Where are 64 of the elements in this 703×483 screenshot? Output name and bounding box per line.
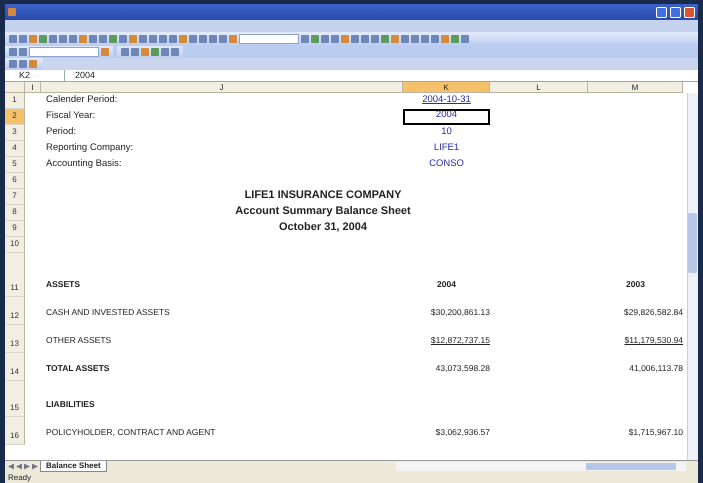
row-header[interactable]: 9 [5,221,25,237]
amount: $30,200,861.13 [430,306,490,319]
section-heading: ASSETS [46,278,80,291]
year-header: 2004 [437,278,456,291]
parameter-label: Reporting Company: [46,140,134,155]
report-title: Account Summary Balance Sheet [234,204,412,218]
vertical-scrollbar[interactable] [687,93,698,460]
horizontal-scrollbar[interactable] [396,462,686,471]
row-header[interactable]: 5 [5,157,25,173]
amount: 43,073,598.28 [436,362,490,375]
column-header[interactable]: I [25,82,41,93]
app-icon [8,8,16,16]
column-header[interactable]: K [403,82,490,93]
amount: $11,179,530.94 [624,334,683,347]
column-header[interactable]: J [41,82,403,93]
year-header: 2003 [626,278,645,291]
parameter-value: LIFE1 [434,140,460,155]
row-header[interactable]: 11 [5,253,25,297]
section-heading: TOTAL ASSETS [46,362,110,375]
dropdown-field[interactable] [29,47,99,57]
name-box[interactable]: K2 [5,70,65,81]
row-header[interactable]: 10 [5,237,25,253]
row-header[interactable]: 4 [5,141,25,157]
parameter-label: Accounting Basis: [46,156,122,171]
parameter-value: CONSO [429,156,464,171]
row-header[interactable]: 3 [5,125,25,141]
scroll-thumb[interactable] [688,213,697,273]
close-button[interactable] [684,6,695,18]
row-header[interactable]: 2 [5,109,25,125]
account-label: OTHER ASSETS [46,334,112,347]
section-heading: LIABILITIES [46,398,95,411]
parameter-value: 2004-10-31 [422,92,471,107]
minimize-button[interactable] [656,6,667,18]
account-label: CASH AND INVESTED ASSETS [46,306,170,319]
amount: 41,006,113.78 [629,362,683,375]
column-header[interactable]: M [588,82,683,93]
parameter-value: 10 [441,124,452,139]
row-header[interactable]: 7 [5,189,25,205]
parameter-label: Fiscal Year: [46,108,96,123]
report-title: October 31, 2004 [278,220,368,234]
parameter-label: Period: [46,124,76,139]
select-all-corner[interactable] [5,82,25,93]
sheet-tab[interactable]: Balance Sheet [40,461,107,472]
dropdown-field[interactable] [239,34,299,44]
row-header[interactable]: 13 [5,325,25,353]
formula-bar[interactable]: 2004 [65,70,96,81]
report-title: LIFE1 INSURANCE COMPANY [244,188,402,202]
row-header[interactable]: 14 [5,353,25,381]
account-label: POLICYHOLDER, CONTRACT AND AGENT [46,426,216,439]
amount: $3,062,936.57 [436,426,490,439]
scroll-thumb[interactable] [586,463,676,470]
maximize-button[interactable] [670,6,681,18]
row-header[interactable]: 15 [5,381,25,417]
amount: $12,872,737.15 [430,334,490,347]
row-header[interactable]: 16 [5,417,25,445]
row-header[interactable]: 8 [5,205,25,221]
row-header[interactable]: 1 [5,93,25,109]
row-header[interactable]: 12 [5,297,25,325]
row-header[interactable]: 6 [5,173,25,189]
status-text: Ready [8,473,32,482]
parameter-label: Calender Period: [46,92,118,107]
amount: $29,826,582.84 [624,306,683,319]
column-header[interactable]: L [490,82,588,93]
amount: $1,715,967.10 [628,426,683,439]
